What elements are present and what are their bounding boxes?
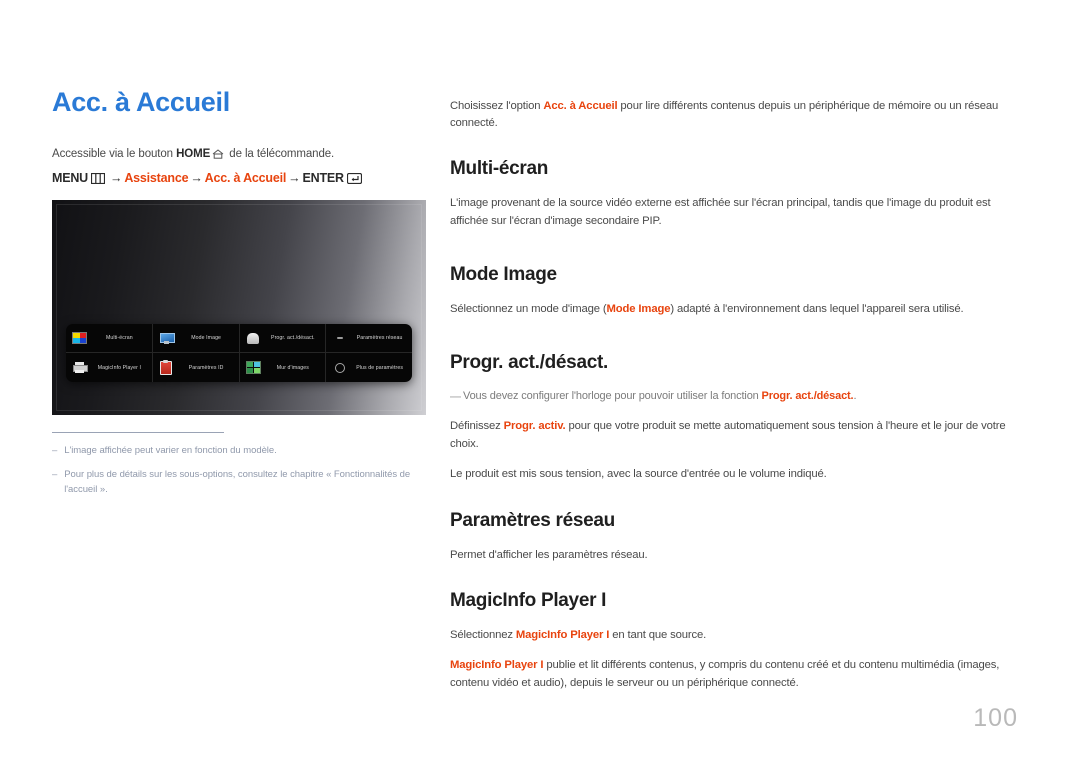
footnote-dash: – <box>52 445 58 456</box>
home-item-label: Paramètres réseau <box>356 335 403 341</box>
home-item-plus-de-parametres[interactable]: Plus de paramètres <box>326 353 412 382</box>
arrow-1: → <box>110 171 123 186</box>
home-item-mode-image[interactable]: Mode Image <box>152 324 240 353</box>
home-item-label: MagicInfo Player I <box>97 364 142 371</box>
note-progr-clock: — Vous devez configurer l'horloge pour p… <box>450 388 1016 407</box>
note-text: Vous devez configurer l'horloge pour pou… <box>463 388 857 407</box>
home-menu-row-1: Multi-écran Mode Image Progr. act./désac… <box>66 324 412 353</box>
home-item-label: Plus de paramètres <box>356 364 404 371</box>
note-before: Vous devez configurer l'horloge pour pou… <box>463 390 762 403</box>
home-item-progr-act-desact[interactable]: Progr. act./désact. <box>239 324 327 353</box>
intro-before: Choisissez l'option <box>450 100 544 112</box>
right-column: Choisissez l'option Acc. à Accueil pour … <box>450 98 1016 705</box>
monitor-icon <box>159 332 175 345</box>
paragraph-mode-image: Sélectionnez un mode d'image (Mode Image… <box>450 300 1016 318</box>
mode-image-highlight: Mode Image <box>606 303 671 316</box>
magic-p1-after: en tant que source. <box>609 628 707 641</box>
home-item-label: Progr. act./désact. <box>271 335 315 341</box>
progr-before: Définissez <box>450 419 504 432</box>
magic-p1-highlight: MagicInfo Player I <box>515 628 610 641</box>
arrow-2: → <box>190 171 203 186</box>
page-number: 100 <box>973 704 1018 732</box>
network-dash-icon <box>332 332 347 345</box>
intro-paragraph: Choisissez l'option Acc. à Accueil pour … <box>450 98 1016 132</box>
home-item-parametres-reseau[interactable]: Paramètres réseau <box>326 324 412 353</box>
enter-label: ENTER <box>302 171 344 186</box>
menu-path: MENU → Assistance → Acc. à Accueil → ENTER <box>52 171 434 185</box>
heading-magicinfo-player: MagicInfo Player I <box>450 589 607 611</box>
footnote-item: – L'image affichée peut varier en foncti… <box>52 444 432 458</box>
left-column: Acc. à Accueil Accessible via le bouton … <box>52 87 434 203</box>
footnote-dash: – <box>52 469 58 481</box>
more-settings-icon <box>332 361 347 374</box>
footnote-text: Pour plus de détails sur les sous-option… <box>64 469 411 495</box>
home-item-parametres-id[interactable]: Paramètres ID <box>153 353 240 382</box>
video-wall-icon <box>245 361 261 374</box>
clipboard-id-icon <box>159 359 174 375</box>
paragraph-progr-activ: Définissez Progr. activ. pour que votre … <box>450 417 1016 454</box>
menu-grid-icon <box>91 173 106 185</box>
footnote-item: – Pour plus de détails sur les sous-opti… <box>52 468 432 497</box>
note-dash: — <box>450 391 461 404</box>
note-highlight: Progr. act./désact. <box>761 390 854 403</box>
paragraph-magicinfo-description: MagicInfo Player I publie et lit différe… <box>450 656 1016 693</box>
footnote-divider <box>52 432 224 433</box>
access-text-after: de la télécommande. <box>226 147 335 160</box>
access-instruction: Accessible via le bouton HOME de la télé… <box>52 146 434 163</box>
paragraph-progr-power: Le produit est mis sous tension, avec la… <box>450 468 827 481</box>
home-item-magicinfo-player[interactable]: MagicInfo Player I <box>66 353 153 382</box>
home-item-label: Mur d'images <box>276 364 309 371</box>
menu-label: MENU <box>52 171 89 186</box>
heading-parametres-reseau: Paramètres réseau <box>450 509 615 531</box>
menu-step-assistance[interactable]: Assistance <box>124 171 188 185</box>
mode-image-after: ) adapté à l'environnement dans lequel l… <box>670 303 964 316</box>
magic-p2-highlight: MagicInfo Player I <box>450 659 544 672</box>
home-icon <box>212 149 224 159</box>
tv-screenshot-image: Multi-écran Mode Image Progr. act./désac… <box>52 200 426 415</box>
home-item-label: Paramètres ID <box>188 364 224 371</box>
arrow-3: → <box>288 171 301 186</box>
enter-key-icon <box>346 173 362 185</box>
note-after: . <box>853 390 857 403</box>
magic-p1-before: Sélectionnez <box>450 628 516 641</box>
home-item-mur-d-images[interactable]: Mur d'images <box>240 353 327 382</box>
player-device-icon <box>72 361 88 374</box>
footnotes-block: – L'image affichée peut varier en foncti… <box>52 432 432 507</box>
home-item-multi-ecran[interactable]: Multi-écran <box>66 324 153 353</box>
intro-highlight: Acc. à Accueil <box>543 100 618 112</box>
manual-page: Acc. à Accueil Accessible via le bouton … <box>0 0 1080 763</box>
access-text-before: Accessible via le bouton <box>52 147 177 160</box>
home-menu-bar: Multi-écran Mode Image Progr. act./désac… <box>66 324 412 382</box>
heading-multi-ecran: Multi-écran <box>450 157 549 179</box>
home-item-label: Mode Image <box>191 335 222 341</box>
paragraph-magicinfo-source: Sélectionnez MagicInfo Player I en tant … <box>450 626 1016 644</box>
home-menu-row-2: MagicInfo Player I Paramètres ID Mur d'i… <box>66 353 412 382</box>
page-title: Acc. à Accueil <box>52 87 230 117</box>
mode-image-before: Sélectionnez un mode d'image ( <box>450 303 607 316</box>
color-quadrant-icon <box>72 332 87 345</box>
heading-progr-act-desact: Progr. act./désact. <box>450 352 608 374</box>
menu-step-acc-accueil[interactable]: Acc. à Accueil <box>205 171 287 185</box>
heading-mode-image: Mode Image <box>450 264 557 286</box>
paragraph-multi-ecran: L'image provenant de la source vidéo ext… <box>450 196 991 228</box>
progr-highlight: Progr. activ. <box>503 419 566 432</box>
home-button-label: HOME <box>176 147 211 160</box>
paragraph-parametres-reseau: Permet d'afficher les paramètres réseau. <box>450 548 648 561</box>
home-item-label: Multi-écran <box>105 335 133 341</box>
footnote-text: L'image affichée peut varier en fonction… <box>64 445 277 456</box>
dome-timer-icon <box>246 332 261 345</box>
